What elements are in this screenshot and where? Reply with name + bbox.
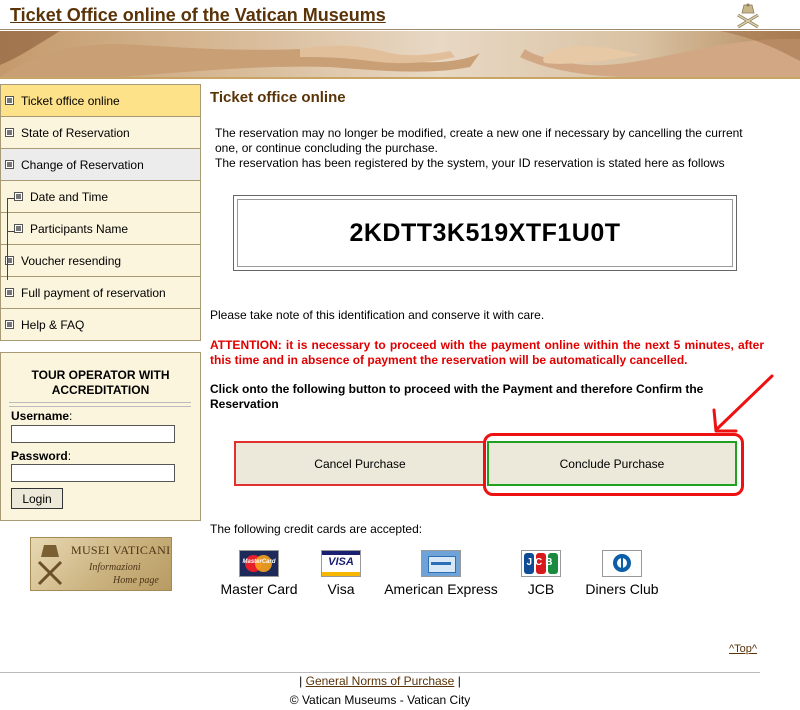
footer-divider — [0, 672, 760, 673]
tree-connector — [7, 198, 8, 280]
card-mastercard: MasterCard Master Card — [217, 550, 301, 597]
footer-separator: | — [299, 674, 303, 688]
sidebar-item-state-of-reservation[interactable]: State of Reservation — [0, 117, 201, 149]
amex-icon — [421, 550, 461, 577]
title-divider — [0, 29, 800, 30]
intro-text: The reservation may no longer be modifie… — [215, 126, 743, 155]
footer-links: | General Norms of Purchase | — [0, 674, 760, 688]
creation-of-adam-banner — [0, 31, 800, 77]
tree-connector — [7, 198, 15, 199]
sidebar-item-label: Date and Time — [30, 189, 109, 204]
general-norms-link[interactable]: General Norms of Purchase — [306, 674, 455, 688]
intro-text-2: The reservation has been registered by t… — [215, 156, 725, 170]
password-input[interactable] — [11, 464, 175, 482]
sidebar-item-ticket-office-online[interactable]: Ticket office online — [0, 85, 201, 117]
sidebar-item-label: Voucher resending — [21, 253, 122, 268]
card-name: Diners Club — [585, 581, 659, 597]
note-text: Please take note of this identification … — [210, 308, 545, 322]
card-name: American Express — [384, 581, 498, 597]
sidebar-item-label: Ticket office online — [21, 93, 120, 108]
sidebar-item-full-payment[interactable]: Full payment of reservation — [0, 277, 201, 309]
sidebar-item-date-and-time[interactable]: Date and Time — [0, 181, 201, 213]
attention-warning: ATTENTION: it is necessary to proceed wi… — [210, 338, 764, 367]
back-to-top-link[interactable]: ^Top^ — [729, 643, 757, 655]
sidebar-item-label: Help & FAQ — [21, 317, 85, 332]
menu-bullet-icon — [5, 128, 14, 137]
footer-separator: | — [457, 674, 461, 688]
papal-crest-icon — [737, 3, 759, 29]
mastercard-icon: MasterCard — [239, 550, 279, 577]
sidebar-item-label: State of Reservation — [21, 125, 130, 140]
papal-crest-icon — [37, 545, 63, 586]
card-name: Master Card — [220, 581, 298, 597]
tour-operator-login-panel: TOUR OPERATOR WITH ACCREDITATION Usernam… — [0, 352, 201, 521]
page-title: Ticket office online — [210, 89, 346, 106]
site-title[interactable]: Ticket Office online of the Vatican Muse… — [10, 5, 386, 26]
card-name: Visa — [327, 581, 355, 597]
sidebar-item-participants-name[interactable]: Participants Name — [0, 213, 201, 245]
card-name: JCB — [527, 581, 555, 597]
banner-divider — [0, 77, 800, 79]
card-visa: VISA Visa — [315, 550, 367, 597]
username-input[interactable] — [11, 425, 175, 443]
musei-vaticani-logo[interactable]: MUSEI VATICANI Informazioni Home page — [30, 537, 172, 591]
copyright-text: © Vatican Museums - Vatican City — [289, 693, 471, 707]
card-american-express: American Express — [381, 550, 501, 597]
login-divider — [9, 402, 191, 407]
sidebar-menu: Ticket office online State of Reservatio… — [0, 84, 201, 341]
sidebar-item-change-of-reservation[interactable]: Change of Reservation — [0, 149, 201, 181]
reservation-id: 2KDTT3K519XTF1U0T — [237, 199, 733, 267]
jcb-icon: JCB — [521, 550, 561, 577]
cancel-purchase-button[interactable]: Cancel Purchase — [234, 441, 486, 486]
menu-bullet-icon — [5, 320, 14, 329]
menu-bullet-icon — [5, 96, 14, 105]
reservation-id-box: 2KDTT3K519XTF1U0T — [233, 195, 737, 271]
logo-title: MUSEI VATICANI — [71, 543, 171, 557]
login-heading: TOUR OPERATOR WITH ACCREDITATION — [31, 368, 170, 397]
menu-bullet-icon — [14, 224, 23, 233]
login-button[interactable]: Login — [11, 488, 63, 509]
highlight-annotation — [483, 433, 744, 496]
logo-line-1: Informazioni — [89, 562, 141, 573]
diners-club-icon — [602, 550, 642, 577]
logo-line-2: Home page — [113, 575, 159, 586]
username-label: Username: — [11, 409, 73, 423]
menu-bullet-icon — [5, 288, 14, 297]
menu-bullet-icon — [14, 192, 23, 201]
tree-connector — [7, 231, 15, 232]
sidebar-item-label: Participants Name — [30, 221, 129, 236]
card-diners-club: Diners Club — [580, 550, 664, 597]
visa-icon: VISA — [321, 550, 361, 577]
instruction-text: Click onto the following button to proce… — [210, 382, 704, 411]
menu-bullet-icon — [5, 160, 14, 169]
red-arrow-annotation — [712, 374, 774, 433]
sidebar-item-voucher-resending[interactable]: Voucher resending — [0, 245, 201, 277]
sidebar-item-label: Change of Reservation — [21, 157, 144, 172]
card-jcb: JCB JCB — [516, 550, 566, 597]
password-label: Password: — [11, 449, 72, 463]
cards-label: The following credit cards are accepted: — [210, 522, 423, 536]
sidebar-item-help-faq[interactable]: Help & FAQ — [0, 309, 201, 341]
sidebar-item-label: Full payment of reservation — [21, 285, 166, 300]
